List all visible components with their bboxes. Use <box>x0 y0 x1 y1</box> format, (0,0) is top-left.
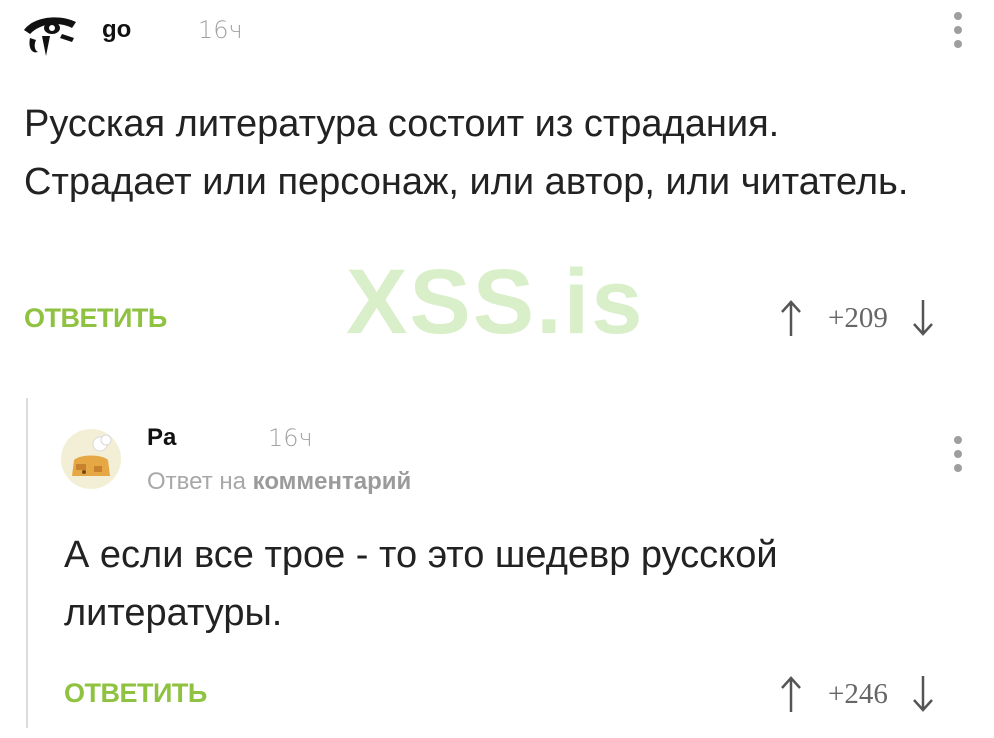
reply-comment: Pa 16ч Ответ на комментарий А если все т… <box>0 392 994 738</box>
username[interactable]: go <box>102 16 131 44</box>
watermark: XSS.is <box>346 251 645 353</box>
reply-button[interactable]: ОТВЕТИТЬ <box>24 303 167 334</box>
upvote-arrow-icon[interactable] <box>778 674 804 714</box>
reply-button[interactable]: ОТВЕТИТЬ <box>64 678 207 709</box>
vote-controls: +246 <box>778 674 936 714</box>
comment-text: А если все трое - то это шедевр русской … <box>64 534 778 634</box>
more-options-icon[interactable] <box>953 12 963 54</box>
cartoon-avatar-icon[interactable] <box>60 428 122 490</box>
timestamp: 16ч <box>198 16 243 44</box>
username[interactable]: Pa <box>147 424 176 452</box>
timestamp: 16ч <box>268 424 313 452</box>
comment-text: Русская литература состоит из страдания.… <box>24 103 909 203</box>
downvote-arrow-icon[interactable] <box>910 298 936 338</box>
eye-of-horus-icon[interactable] <box>22 8 78 60</box>
reply-to-label: Ответ на комментарий <box>147 468 411 496</box>
more-options-icon[interactable] <box>953 436 963 478</box>
downvote-arrow-icon[interactable] <box>910 674 936 714</box>
reply-to-link[interactable]: комментарий <box>253 468 412 495</box>
vote-score: +246 <box>828 677 888 710</box>
vote-controls: +209 <box>778 298 936 338</box>
reply-to-prefix: Ответ на <box>147 468 246 495</box>
vote-score: +209 <box>828 301 888 334</box>
upvote-arrow-icon[interactable] <box>778 298 804 338</box>
